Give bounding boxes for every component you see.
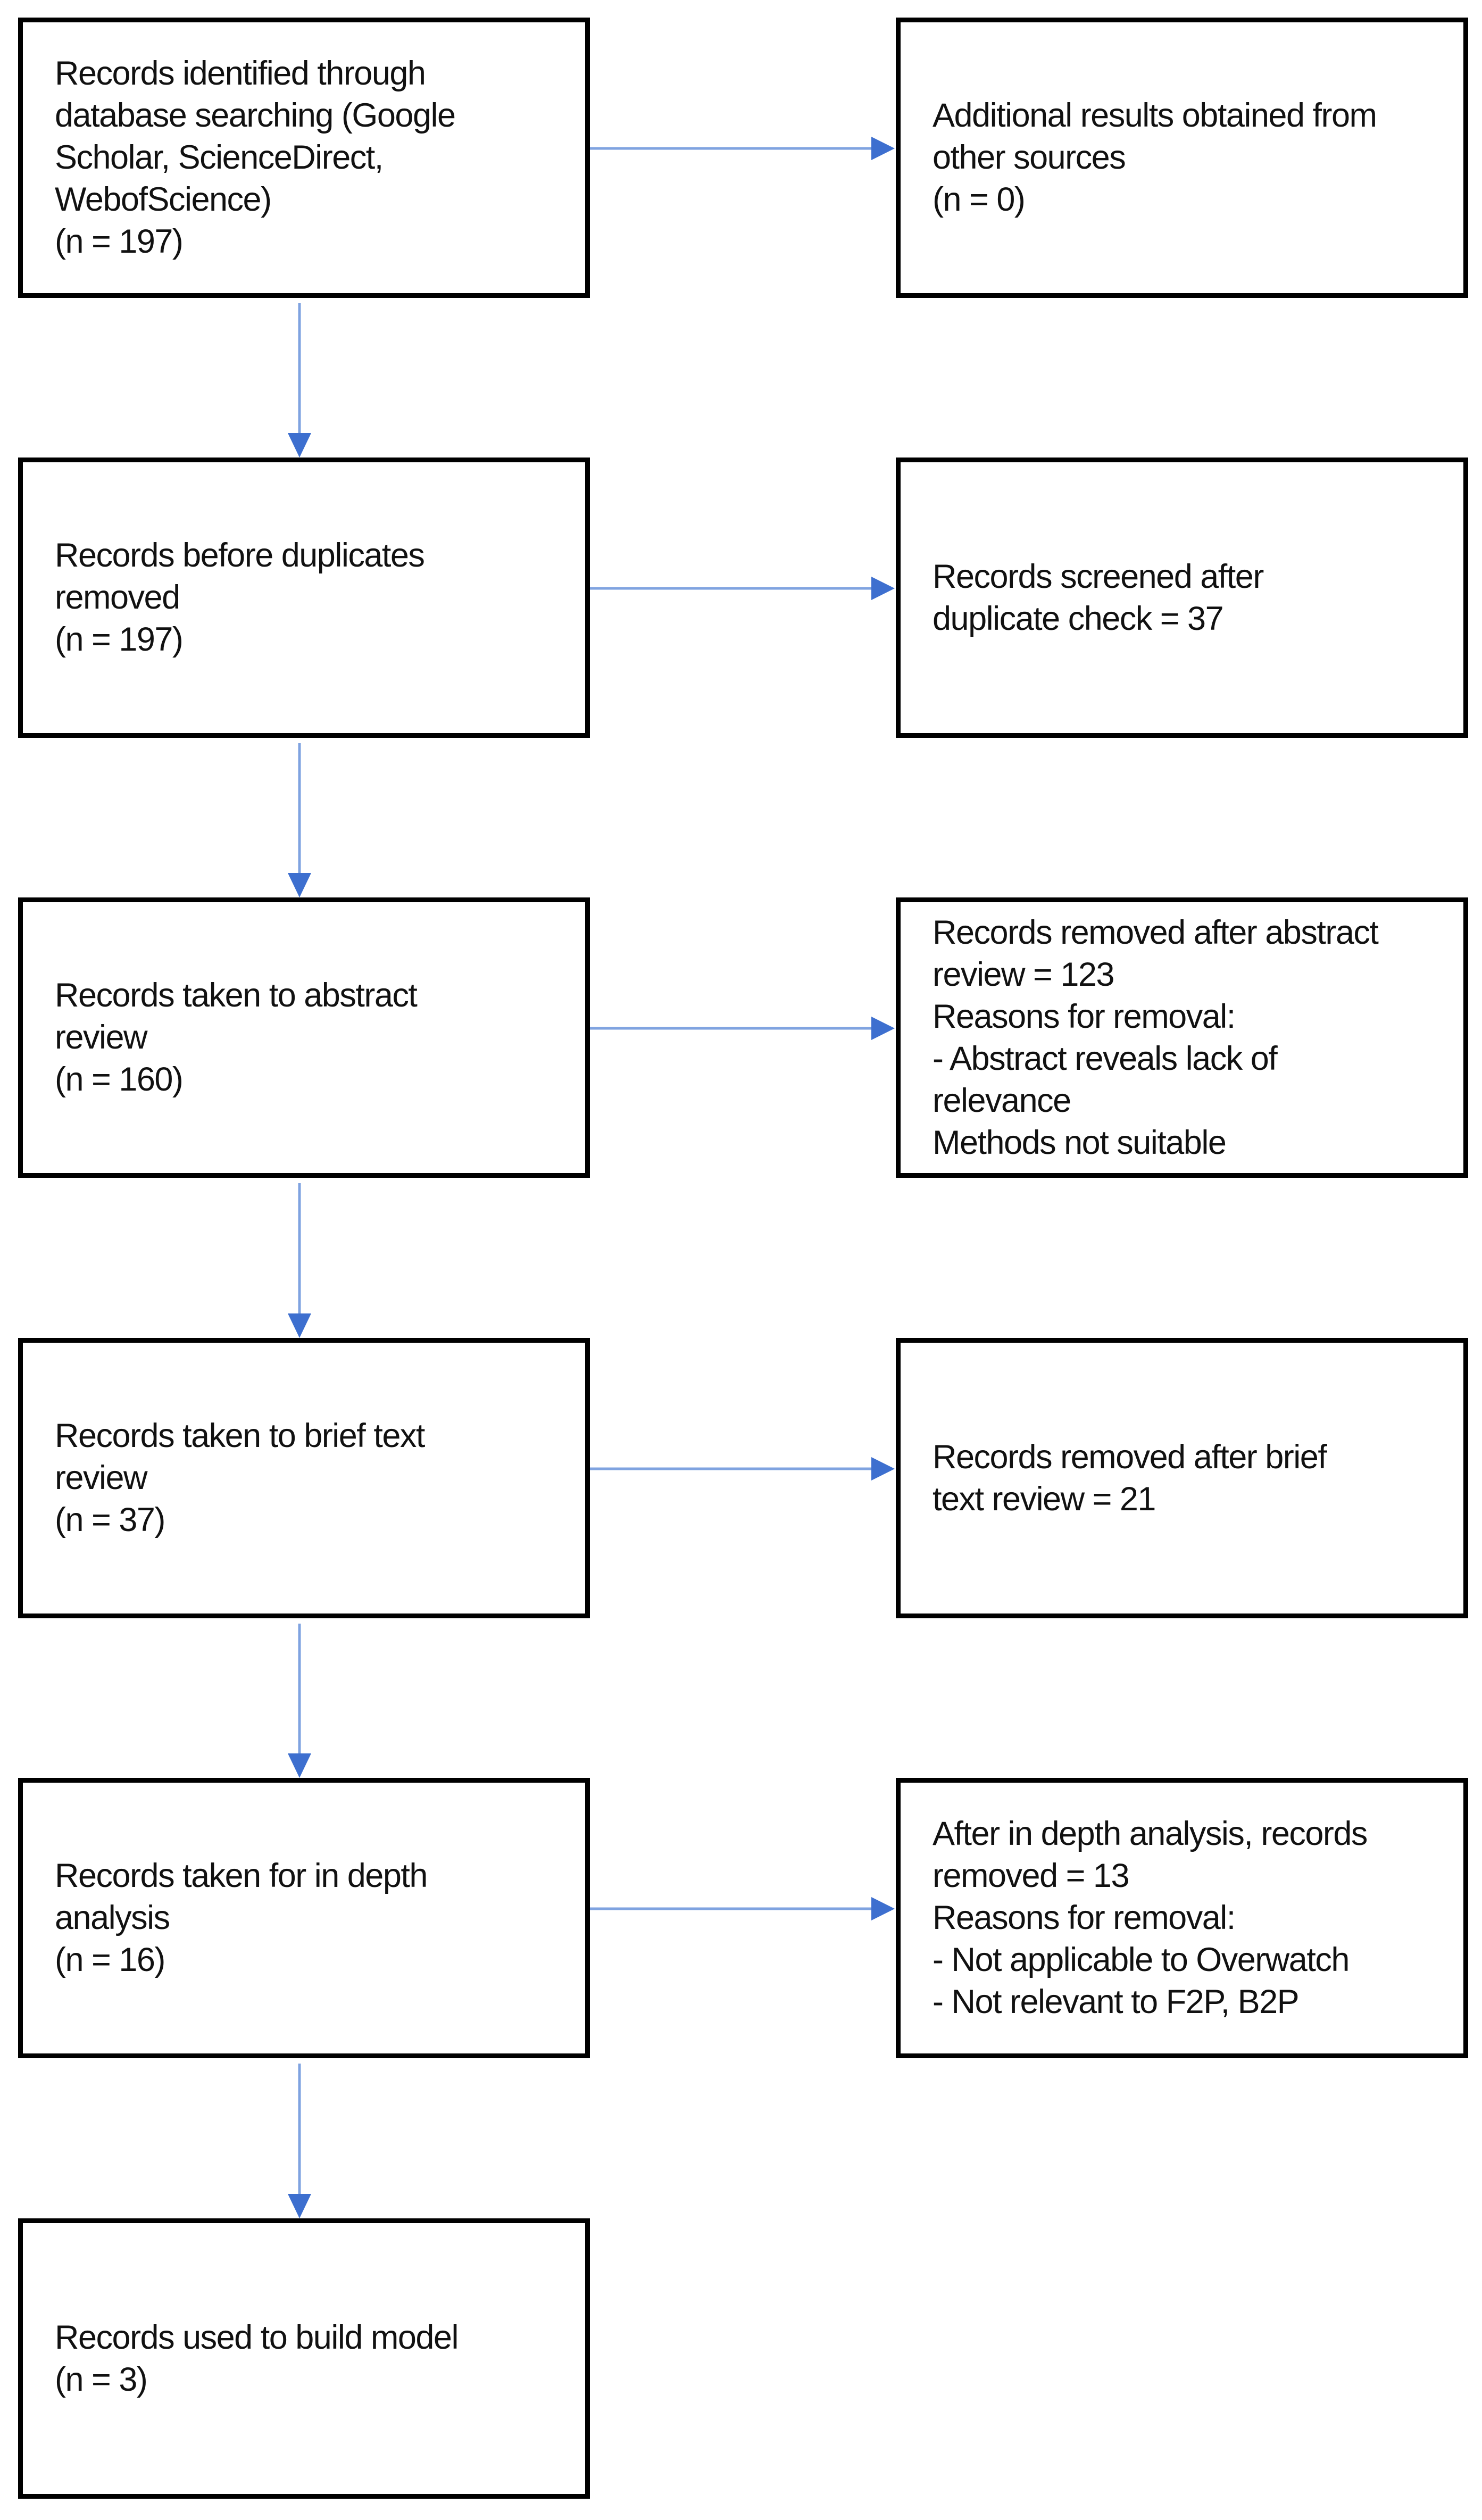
- box-count: (n = 197): [55, 223, 184, 260]
- box-count: (n = 0): [933, 181, 1026, 218]
- box-text-line: removed = 13: [933, 1857, 1129, 1894]
- box-text-line: Records used to build model: [55, 2318, 459, 2356]
- connector-layer: [288, 137, 895, 2218]
- identified-records-box: Records identified through database sear…: [18, 18, 590, 298]
- box-text-line: other sources: [933, 139, 1126, 176]
- right-arrow-head-icon: [871, 1017, 895, 1040]
- box-text-line: duplicate check = 37: [933, 600, 1224, 637]
- down-arrow-head-icon: [288, 873, 311, 897]
- box-text-line: relevance: [933, 1082, 1071, 1119]
- box-text-line: database searching (Google: [55, 97, 456, 134]
- right-arrow-head-icon: [871, 1457, 895, 1481]
- box-text-line: Records taken to abstract: [55, 977, 418, 1014]
- abstract-removed-box: Records removed after abstract review = …: [896, 897, 1468, 1178]
- box-text-line: Records identified through: [55, 55, 426, 92]
- box-text-line: Records before duplicates: [55, 537, 425, 574]
- box-count: (n = 37): [55, 1501, 165, 1538]
- box-text-line: After in depth analysis, records: [933, 1815, 1368, 1852]
- box-text-line: Records screened after: [933, 558, 1264, 595]
- box-text-line: Reasons for removal:: [933, 1899, 1236, 1936]
- box-count: (n = 197): [55, 621, 184, 658]
- box-text-line: Records taken to brief text: [55, 1417, 425, 1454]
- other-sources-box: Additional results obtained from other s…: [896, 18, 1468, 298]
- right-arrow-head-icon: [871, 137, 895, 160]
- box-text-line: WebofScience): [55, 181, 272, 218]
- box-text-line: Records removed after abstract: [933, 913, 1379, 951]
- box-text-line: Methods not suitable: [933, 1124, 1227, 1161]
- in-depth-removed-box: After in depth analysis, records removed…: [896, 1778, 1468, 2058]
- box-text-line: - Not relevant to F2P, B2P: [933, 1983, 1300, 2020]
- brief-text-review-box: Records taken to brief text review (n = …: [18, 1338, 590, 1618]
- brief-text-removed-box: Records removed after brief text review …: [896, 1338, 1468, 1618]
- box-text-line: Records taken for in depth: [55, 1857, 428, 1894]
- down-arrow-head-icon: [288, 2194, 311, 2218]
- box-text-line: Reasons for removal:: [933, 997, 1236, 1035]
- build-model-box: Records used to build model (n = 3): [18, 2218, 590, 2499]
- box-text-line: removed: [55, 579, 180, 616]
- before-duplicates-box: Records before duplicates removed (n = 1…: [18, 458, 590, 738]
- right-arrow-head-icon: [871, 1897, 895, 1920]
- box-text-line: review: [55, 1459, 148, 1496]
- box-text-line: Additional results obtained from: [933, 97, 1377, 134]
- down-arrow-head-icon: [288, 1313, 311, 1338]
- right-arrow-head-icon: [871, 577, 895, 600]
- abstract-review-box: Records taken to abstract review (n = 16…: [18, 897, 590, 1178]
- box-text-line: Scholar, ScienceDirect,: [55, 139, 384, 176]
- in-depth-analysis-box: Records taken for in depth analysis (n =…: [18, 1778, 590, 2058]
- box-count: (n = 160): [55, 1061, 184, 1098]
- box-count: (n = 16): [55, 1941, 165, 1978]
- duplicate-check-box: Records screened after duplicate check =…: [896, 458, 1468, 738]
- box-text-line: Records removed after brief: [933, 1438, 1327, 1476]
- box-text-line: - Abstract reveals lack of: [933, 1039, 1278, 1077]
- box-text-line: text review = 21: [933, 1480, 1156, 1518]
- down-arrow-head-icon: [288, 433, 311, 458]
- box-text-line: review: [55, 1019, 148, 1056]
- box-text-line: review = 123: [933, 955, 1114, 993]
- box-text-line: - Not applicable to Overwatch: [933, 1941, 1350, 1978]
- down-arrow-head-icon: [288, 1753, 311, 1778]
- box-text-line: analysis: [55, 1899, 170, 1936]
- box-count: (n = 3): [55, 2360, 148, 2398]
